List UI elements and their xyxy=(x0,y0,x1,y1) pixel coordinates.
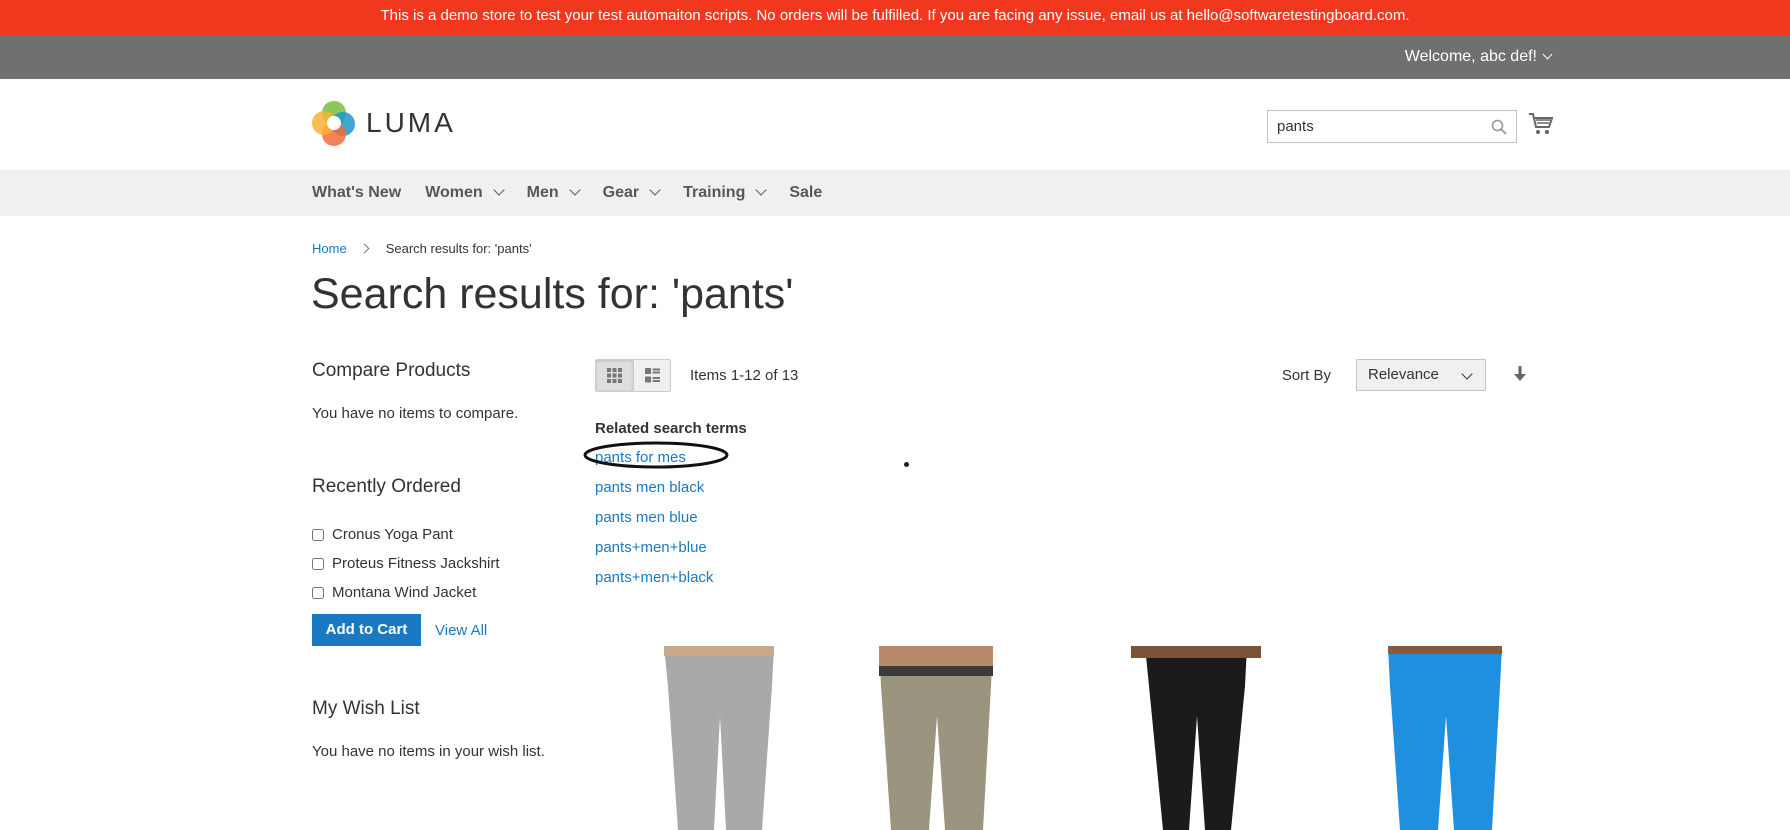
nav-item-label: Men xyxy=(526,184,559,201)
related-term-link[interactable]: pants men black xyxy=(595,478,747,508)
recent-item-name: Proteus Fitness Jackshirt xyxy=(332,555,500,572)
view-mode-switch xyxy=(595,359,671,392)
annotation-dot xyxy=(904,462,909,467)
grid-view-button[interactable] xyxy=(596,360,633,391)
sort-by-label: Sort By xyxy=(1281,367,1331,384)
breadcrumb: Home Search results for: 'pants' xyxy=(312,241,532,256)
chevron-down-icon xyxy=(492,184,505,196)
recent-item-name: Cronus Yoga Pant xyxy=(332,526,453,543)
chevron-down-icon xyxy=(1542,49,1553,60)
sort-by-select[interactable]: Relevance xyxy=(1356,359,1486,391)
recent-item-checkbox[interactable] xyxy=(312,528,324,541)
product-grid xyxy=(595,646,1555,830)
search-icon[interactable] xyxy=(1491,119,1507,135)
view-all-link[interactable]: View All xyxy=(435,622,487,639)
chevron-down-icon xyxy=(755,184,768,196)
nav-item-training[interactable]: Training xyxy=(683,184,768,202)
related-terms-list: pants for mes pants men black pants men … xyxy=(583,441,747,598)
nav-item-label: Training xyxy=(683,184,746,201)
related-term-link[interactable]: pants+men+black xyxy=(595,568,747,598)
luma-logo[interactable]: LUMA xyxy=(312,100,456,146)
nav-item-label: Women xyxy=(425,184,483,201)
nav-item-label: What's New xyxy=(312,184,402,201)
nav-item-women[interactable]: Women xyxy=(425,184,505,202)
nav-item-label: Gear xyxy=(602,184,640,201)
sort-direction-arrow-icon[interactable] xyxy=(1514,366,1526,382)
toolbar-amount: Items 1-12 of 13 xyxy=(690,367,799,384)
products-toolbar: Items 1-12 of 13 Sort By Relevance xyxy=(595,359,1551,392)
search-input[interactable] xyxy=(1268,111,1478,142)
recent-item-checkbox[interactable] xyxy=(312,557,324,570)
sort-by-value: Relevance xyxy=(1368,366,1439,383)
welcome-message: Welcome, abc def! xyxy=(1404,48,1537,65)
demo-notice-banner: This is a demo store to test your test a… xyxy=(0,0,1790,36)
nav-item-label: Sale xyxy=(789,184,823,201)
related-terms-title: Related search terms xyxy=(595,420,747,437)
product-image[interactable] xyxy=(1380,646,1510,830)
recently-ordered-list: Cronus Yoga Pant Proteus Fitness Jackshi… xyxy=(312,520,500,607)
list-icon xyxy=(644,368,660,383)
recently-ordered-title: Recently Ordered xyxy=(312,476,461,497)
customer-menu-toggle[interactable]: Welcome, abc def! xyxy=(1404,36,1553,77)
luma-logo-icon xyxy=(312,101,355,146)
related-term-link[interactable]: pants for mes xyxy=(583,441,747,478)
recent-item-checkbox[interactable] xyxy=(312,586,324,599)
add-to-cart-button[interactable]: Add to Cart xyxy=(312,614,421,646)
chevron-right-icon xyxy=(359,243,370,254)
panel-header: Welcome, abc def! xyxy=(0,36,1790,79)
wishlist-empty-message: You have no items in your wish list. xyxy=(312,743,545,760)
nav-item-whats-new[interactable]: What's New xyxy=(312,184,401,202)
related-term-link[interactable]: pants+men+blue xyxy=(595,538,747,568)
main-navigation: What's New Women Men Gear Training Sale xyxy=(0,170,1790,216)
nav-item-sale[interactable]: Sale xyxy=(789,184,822,202)
chevron-down-icon xyxy=(1461,368,1473,380)
nav-item-gear[interactable]: Gear xyxy=(602,184,661,202)
cart-icon[interactable] xyxy=(1528,112,1554,136)
recent-item-name: Montana Wind Jacket xyxy=(332,584,477,601)
related-term-link[interactable]: pants men blue xyxy=(595,508,747,538)
search-box xyxy=(1267,110,1517,143)
list-view-button[interactable] xyxy=(633,360,670,391)
list-item: Cronus Yoga Pant xyxy=(312,520,500,549)
list-item: Montana Wind Jacket xyxy=(312,578,500,607)
logo-wordmark: LUMA xyxy=(366,107,456,138)
breadcrumb-current: Search results for: 'pants' xyxy=(385,241,532,256)
demo-notice-text: This is a demo store to test your test a… xyxy=(380,7,1410,24)
grid-icon xyxy=(607,368,622,383)
chevron-down-icon xyxy=(568,184,581,196)
wishlist-title: My Wish List xyxy=(312,698,420,719)
nav-item-men[interactable]: Men xyxy=(526,184,581,202)
related-search-terms: Related search terms pants for mes pants… xyxy=(583,420,747,598)
page-title: Search results for: 'pants' xyxy=(311,270,794,318)
chevron-down-icon xyxy=(649,184,661,196)
product-image[interactable] xyxy=(1131,646,1261,830)
product-image[interactable] xyxy=(871,646,1001,830)
compare-products-title: Compare Products xyxy=(312,360,471,381)
hand-drawn-circle-annotation xyxy=(583,441,729,469)
compare-empty-message: You have no items to compare. xyxy=(312,405,519,422)
list-item: Proteus Fitness Jackshirt xyxy=(312,549,500,578)
product-image[interactable] xyxy=(654,646,784,830)
breadcrumb-home-link[interactable]: Home xyxy=(312,241,347,256)
